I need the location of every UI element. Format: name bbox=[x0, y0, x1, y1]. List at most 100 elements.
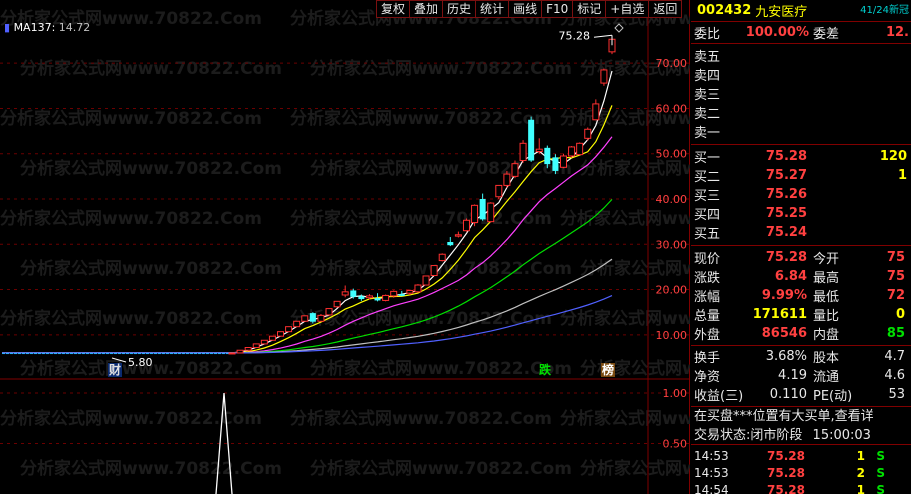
candle-body bbox=[576, 142, 584, 156]
watermark-text: 分析家公式网www.70822.Com bbox=[310, 258, 572, 279]
quote-value-2: 75 bbox=[886, 250, 905, 265]
candle-body bbox=[487, 202, 495, 223]
ma-value: 14.72 bbox=[58, 21, 91, 34]
sell-row: 卖五 bbox=[691, 46, 911, 65]
toolbar-button-f10[interactable]: F10 bbox=[541, 0, 573, 18]
toolbar-button-draw[interactable]: 画线 bbox=[508, 0, 542, 18]
price-axis-label: 10.00 bbox=[656, 329, 688, 342]
toolbar-button-stats[interactable]: 统计 bbox=[475, 0, 509, 18]
candle-body bbox=[454, 234, 462, 237]
quote-value: 75.28 bbox=[765, 250, 807, 265]
candle-body bbox=[333, 300, 341, 308]
kline-chart-area[interactable]: 分析家公式网www.70822.Com 分析家公式网www.70822.Com 分析… bbox=[0, 0, 690, 494]
toolbar-button-mark[interactable]: 标记 bbox=[572, 0, 606, 18]
buy-price: 75.25 bbox=[765, 206, 807, 221]
sell-label: 卖一 bbox=[694, 126, 721, 141]
tick-time: 14:53 bbox=[694, 465, 729, 480]
candle-body bbox=[228, 352, 236, 355]
sell-label: 卖三 bbox=[694, 88, 721, 103]
stats-row: 收益(三) 0.110 PE(动) 53 bbox=[691, 385, 911, 404]
stats-label-2: 流通 bbox=[813, 370, 840, 385]
candle-body bbox=[471, 204, 479, 224]
low-label: 5.80 bbox=[128, 356, 153, 369]
quote-label-2: 今开 bbox=[813, 252, 840, 267]
stats-value-2: 4.7 bbox=[884, 349, 905, 364]
tag-cai[interactable]: 财 bbox=[108, 363, 123, 377]
toolbar-button-overlay[interactable]: 叠加 bbox=[409, 0, 443, 18]
watermark-text: 分析家公式网www.70822.Com bbox=[310, 458, 572, 479]
tag-bang[interactable]: 榜 bbox=[601, 363, 616, 377]
buy-label: 买二 bbox=[694, 170, 721, 185]
watermark-text: 分析家公式网www.70822.Com bbox=[310, 58, 572, 79]
tick-side: S bbox=[876, 465, 885, 480]
tick-row: 14:53 75.28 1 S bbox=[691, 447, 911, 464]
watermark-text: 分析家公式网www.70822.Com bbox=[580, 458, 690, 479]
candle-body bbox=[535, 148, 543, 152]
candle-body bbox=[592, 103, 600, 121]
buy-row: 买二 75.27 1 bbox=[691, 166, 911, 185]
toolbar: 复权 叠加 历史 统计 画线 F10 标记 +自选 返回 bbox=[376, 0, 683, 18]
ma-marker: ▮ bbox=[4, 21, 11, 34]
candle-body bbox=[365, 295, 373, 299]
stats-value: 0.110 bbox=[769, 387, 807, 402]
kline-chart[interactable]: 分析家公式网www.70822.Com 分析家公式网www.70822.Com 分析… bbox=[0, 0, 690, 494]
quote-value: 86546 bbox=[761, 326, 807, 341]
candle-body bbox=[414, 284, 422, 293]
toolbar-button-fuquan[interactable]: 复权 bbox=[376, 0, 410, 18]
quote-label-2: 量比 bbox=[813, 309, 840, 324]
watermark-text: 分析家公式网www.70822.Com bbox=[580, 258, 690, 279]
candle-body bbox=[406, 289, 414, 294]
trade-status-label: 交易状态: bbox=[694, 428, 751, 443]
ma-label: MA137: bbox=[13, 21, 56, 34]
toolbar-button-history[interactable]: 历史 bbox=[442, 0, 476, 18]
quote-panel: 002432 九安医疗 41/24新冠 委比 100.00% 委差 12. 卖五… bbox=[691, 0, 911, 494]
tick-volume: 2 bbox=[856, 465, 865, 480]
tick-list[interactable]: 14:53 75.28 1 S 14:53 75.28 2 S 14:54 75… bbox=[691, 445, 911, 494]
quote-value: 171611 bbox=[752, 307, 807, 322]
watermark-text: 分析家公式网www.70822.Com bbox=[20, 158, 282, 179]
buy-price: 75.28 bbox=[765, 149, 807, 164]
volume-axis-label: 1.00 bbox=[663, 387, 688, 400]
tag-die[interactable]: 跌 bbox=[538, 363, 552, 377]
stock-code: 002432 bbox=[697, 3, 752, 18]
watermark-text: 分析家公式网www.70822.Com bbox=[310, 158, 572, 179]
candle-body bbox=[277, 331, 285, 337]
weibi-row: 委比 100.00% 委差 12. bbox=[691, 22, 911, 44]
stats-label: 净资 bbox=[694, 370, 721, 385]
candle-body bbox=[568, 146, 576, 157]
toolbar-button-add-watchlist[interactable]: +自选 bbox=[605, 0, 649, 18]
quote-label: 涨幅 bbox=[694, 290, 721, 305]
buy-row: 买三 75.26 bbox=[691, 185, 911, 204]
toolbar-button-back[interactable]: 返回 bbox=[648, 0, 683, 18]
watermark-text: 分析家公式网www.70822.Com bbox=[20, 58, 282, 79]
stock-header: 002432 九安医疗 41/24新冠 bbox=[691, 0, 911, 22]
candle-body bbox=[350, 290, 357, 297]
candle-body bbox=[447, 242, 454, 246]
quote-row: 外盘 86546 内盘 85 bbox=[691, 324, 911, 343]
candle-body bbox=[600, 69, 608, 84]
stats-value-2: 53 bbox=[888, 387, 905, 402]
sell-row: 卖二 bbox=[691, 103, 911, 122]
watermark-text: 分析家公式网www.70822.Com bbox=[290, 208, 552, 229]
candle-body bbox=[519, 142, 527, 162]
candle-body bbox=[358, 296, 365, 300]
trade-status: 交易状态:闭市阶段 15:00:03 bbox=[691, 426, 911, 445]
candle-body bbox=[430, 265, 438, 277]
watermark-text: 分析家公式网www.70822.Com bbox=[290, 408, 552, 429]
watermark-text: 分析家公式网www.70822.Com bbox=[560, 208, 690, 229]
quote-value-2: 75 bbox=[886, 269, 905, 284]
price-axis-label: 40.00 bbox=[656, 193, 688, 206]
candle-body bbox=[309, 313, 316, 322]
quote-label: 总量 bbox=[694, 309, 721, 324]
tick-row: 14:54 75.28 1 S bbox=[691, 481, 911, 494]
quote-label-2: 最高 bbox=[813, 271, 840, 286]
weibi-label: 委比 bbox=[694, 27, 721, 42]
stats-value: 3.68% bbox=[765, 349, 807, 364]
candle-body bbox=[528, 119, 535, 161]
candle-body bbox=[293, 320, 301, 328]
watermark-text: 分析家公式网www.70822.Com bbox=[0, 208, 262, 229]
alert-message[interactable]: 在买盘***位置有大买单,查看详 bbox=[691, 407, 911, 426]
high-marker-arrow bbox=[593, 34, 613, 38]
price-axis-label: 60.00 bbox=[656, 102, 688, 115]
watermark-text: 分析家公式网www.70822.Com bbox=[560, 308, 690, 329]
